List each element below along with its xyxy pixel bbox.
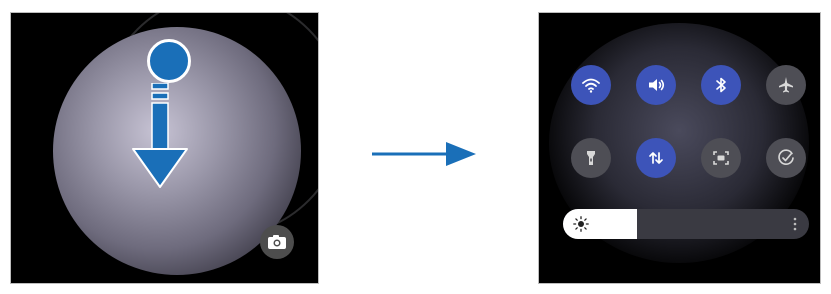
touch-point-dot [147, 39, 191, 83]
swipe-down-arrow-icon [132, 83, 188, 188]
check-toggle[interactable] [766, 138, 806, 178]
bluetooth-toggle[interactable] [701, 65, 741, 105]
camera-icon [268, 235, 286, 249]
volume-icon [649, 79, 665, 91]
screen-capture-toggle[interactable] [701, 138, 741, 178]
wifi-toggle[interactable] [571, 65, 611, 105]
watch-screen-before [10, 12, 319, 284]
bluetooth-icon [716, 77, 726, 93]
brightness-slider[interactable] [563, 209, 809, 239]
transition-arrow-icon [372, 142, 476, 166]
more-vertical-icon[interactable] [793, 217, 797, 231]
mobile-data-toggle[interactable] [636, 138, 676, 178]
flashlight-toggle[interactable] [571, 138, 611, 178]
data-transfer-icon [649, 152, 663, 164]
airplane-mode-toggle[interactable] [766, 65, 806, 105]
airplane-icon [779, 77, 793, 93]
sound-toggle[interactable] [636, 65, 676, 105]
watch-screen-quick-panel [538, 12, 821, 284]
wifi-icon [582, 78, 600, 93]
screenshot-icon [713, 151, 729, 165]
camera-button[interactable] [260, 225, 294, 259]
sun-icon [573, 216, 589, 232]
check-circle-icon [778, 149, 794, 165]
flashlight-icon [587, 151, 595, 165]
